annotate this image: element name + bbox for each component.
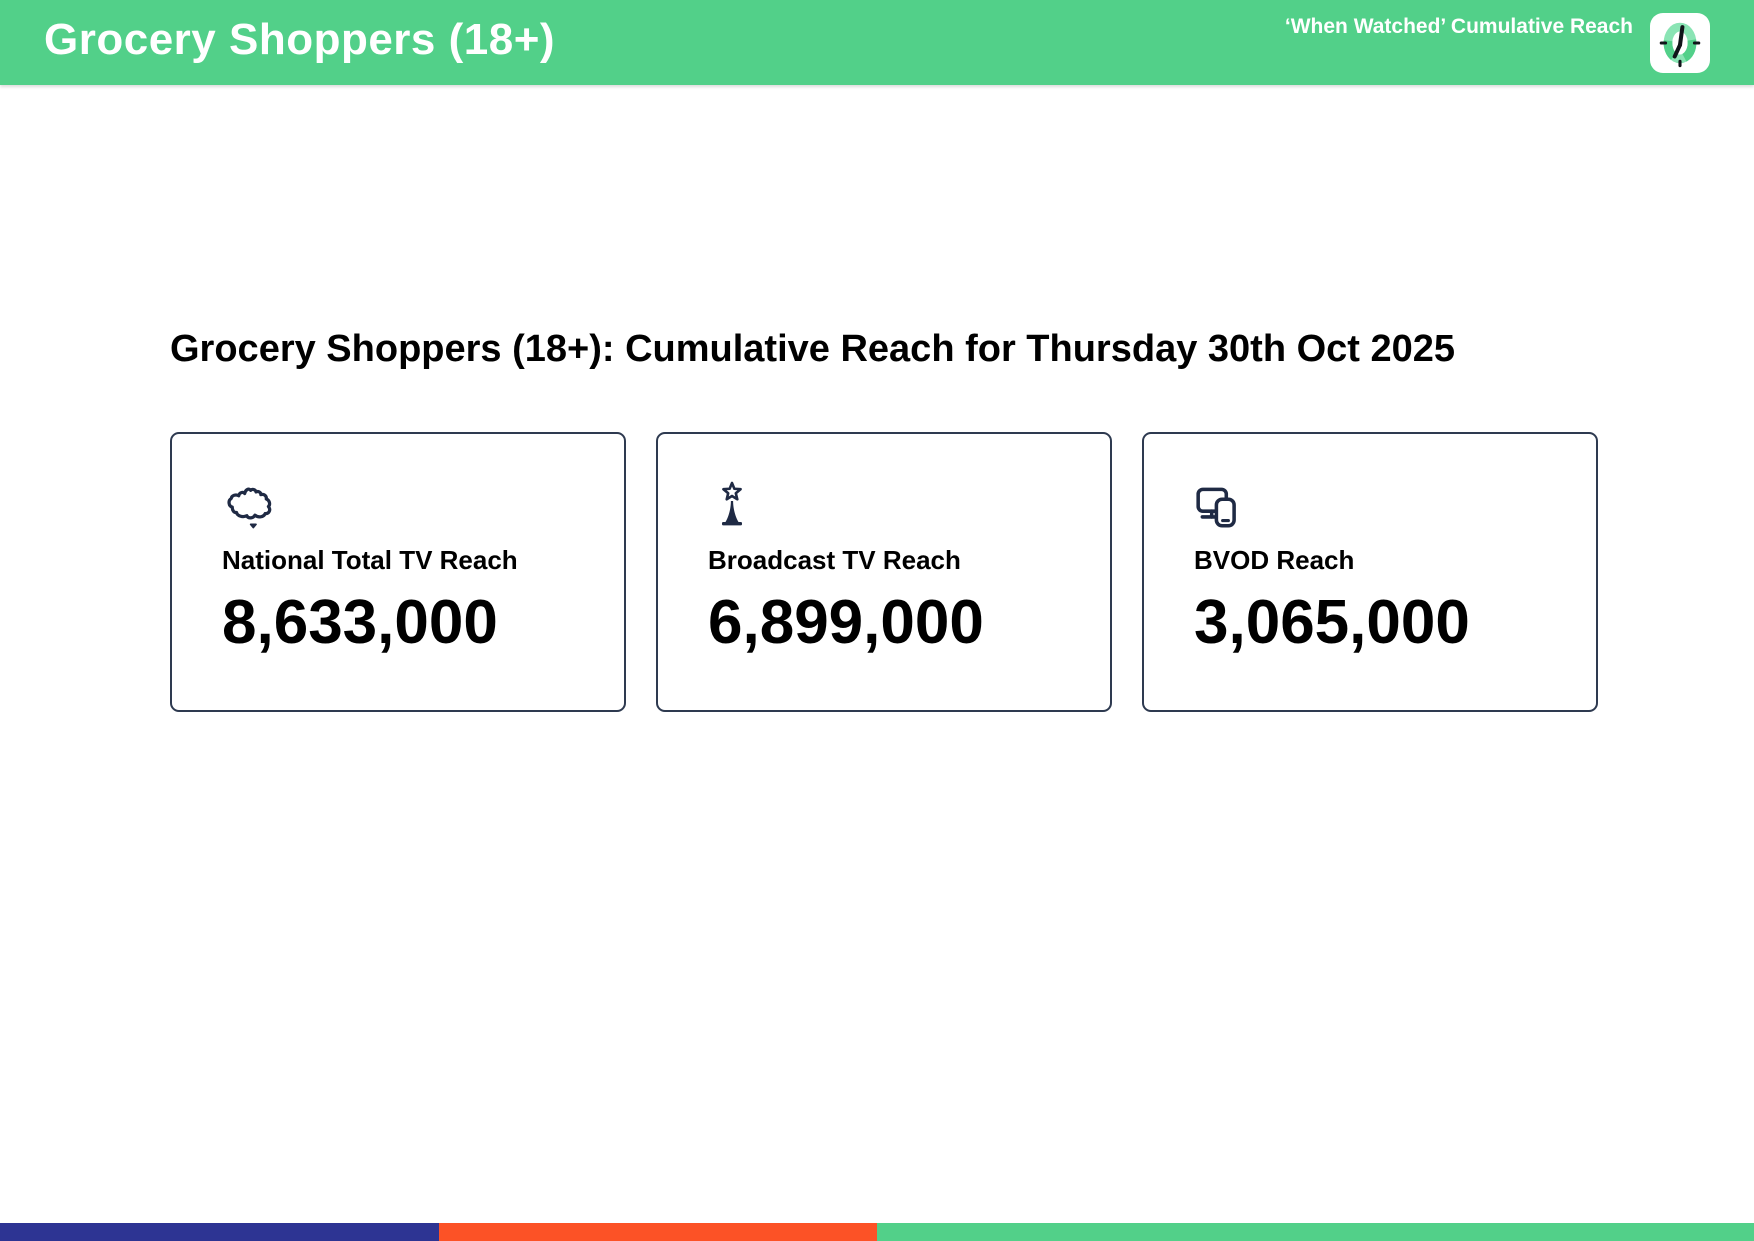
stat-card-broadcast-tv: Broadcast TV Reach 6,899,000 xyxy=(656,432,1112,712)
card-value: 6,899,000 xyxy=(708,592,1080,654)
broadcast-tower-icon xyxy=(708,480,1080,532)
app-header: Grocery Shoppers (18+) ‘When Watched’ Cu… xyxy=(0,0,1754,85)
footer-color-bar xyxy=(0,1223,1754,1241)
stat-card-national-total-tv: National Total TV Reach 8,633,000 xyxy=(170,432,626,712)
page-heading: Grocery Shoppers (18+): Cumulative Reach… xyxy=(170,330,1455,368)
card-value: 8,633,000 xyxy=(222,592,594,654)
header-subtitle: ‘When Watched’ Cumulative Reach xyxy=(1285,15,1633,39)
header-right-group: ‘When Watched’ Cumulative Reach xyxy=(1285,13,1710,73)
card-label: Broadcast TV Reach xyxy=(708,546,1080,575)
stat-card-bvod: BVOD Reach 3,065,000 xyxy=(1142,432,1598,712)
footer-segment-blue xyxy=(0,1223,439,1241)
card-value: 3,065,000 xyxy=(1194,592,1566,654)
australia-map-icon xyxy=(222,480,594,532)
footer-segment-orange xyxy=(439,1223,878,1241)
footer-segment-green xyxy=(877,1223,1754,1241)
devices-icon xyxy=(1194,480,1566,532)
clock-icon xyxy=(1650,13,1710,73)
card-label: BVOD Reach xyxy=(1194,546,1566,575)
card-label: National Total TV Reach xyxy=(222,546,594,575)
app-title: Grocery Shoppers (18+) xyxy=(44,15,555,65)
stat-cards-row: National Total TV Reach 8,633,000 Broadc… xyxy=(170,432,1598,712)
